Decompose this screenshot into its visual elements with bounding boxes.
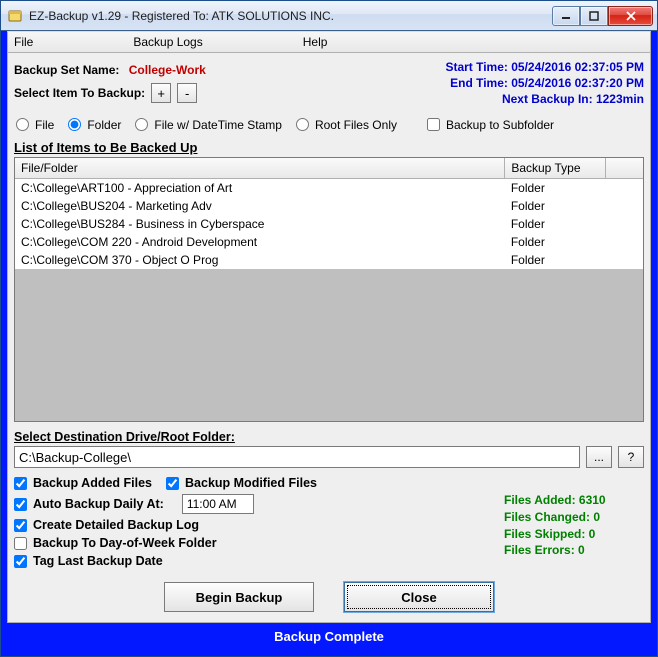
cell-path: C:\College\BUS204 - Marketing Adv	[15, 197, 505, 215]
col-file-folder[interactable]: File/Folder	[15, 158, 505, 179]
help-button[interactable]: ?	[618, 446, 644, 468]
cell-path: C:\College\COM 370 - Object O Prog	[15, 251, 505, 269]
time-info: Start Time: 05/24/2016 02:37:05 PM End T…	[445, 59, 644, 108]
col-spacer	[605, 158, 643, 179]
cell-path: C:\College\ART100 - Appreciation of Art	[15, 178, 505, 197]
cell-type: Folder	[505, 178, 606, 197]
checkbox-backup-added[interactable]: Backup Added Files	[14, 476, 152, 490]
client-area: File Backup Logs Help Backup Set Name: C…	[1, 31, 657, 656]
menu-file[interactable]: File	[14, 35, 33, 49]
select-item-label: Select Item To Backup:	[14, 86, 145, 100]
setname-label: Backup Set Name:	[14, 63, 119, 77]
radio-folder[interactable]: Folder	[68, 118, 121, 132]
add-item-button[interactable]: +	[151, 83, 171, 103]
browse-button[interactable]: ...	[586, 446, 612, 468]
cell-type: Folder	[505, 197, 606, 215]
maximize-button[interactable]	[580, 6, 608, 26]
auto-backup-time[interactable]	[182, 494, 254, 514]
stats-block: Files Added: 6310 Files Changed: 0 Files…	[504, 492, 644, 559]
table-row[interactable]: C:\College\ART100 - Appreciation of ArtF…	[15, 178, 643, 197]
begin-backup-button[interactable]: Begin Backup	[164, 582, 314, 612]
menu-backup-logs[interactable]: Backup Logs	[133, 35, 202, 49]
radio-file[interactable]: File	[16, 118, 54, 132]
close-button[interactable]: Close	[344, 582, 494, 612]
main-panel: Backup Set Name: College-Work Select Ite…	[7, 53, 651, 623]
stat-changed: Files Changed: 0	[504, 509, 644, 526]
window-title: EZ-Backup v1.29 - Registered To: ATK SOL…	[29, 9, 552, 23]
cell-type: Folder	[505, 251, 606, 269]
setname-value: College-Work	[129, 63, 206, 77]
next-backup: Next Backup In: 1223min	[445, 91, 644, 107]
stat-errors: Files Errors: 0	[504, 542, 644, 559]
checkbox-subfolder[interactable]: Backup to Subfolder	[427, 118, 554, 132]
app-window: EZ-Backup v1.29 - Registered To: ATK SOL…	[0, 0, 658, 657]
dest-input[interactable]	[14, 446, 580, 468]
radio-root-only[interactable]: Root Files Only	[296, 118, 397, 132]
table-row[interactable]: C:\College\BUS204 - Marketing AdvFolder	[15, 197, 643, 215]
checkbox-day-of-week[interactable]: Backup To Day-of-Week Folder	[14, 536, 217, 550]
grid-title: List of Items to Be Backed Up	[14, 140, 644, 155]
menubar: File Backup Logs Help	[7, 31, 651, 53]
app-icon	[7, 8, 23, 24]
status-bar: Backup Complete	[7, 623, 651, 650]
close-window-button[interactable]	[608, 6, 653, 26]
remove-item-button[interactable]: -	[177, 83, 197, 103]
col-backup-type[interactable]: Backup Type	[505, 158, 606, 179]
cell-type: Folder	[505, 233, 606, 251]
end-time: End Time: 05/24/2016 02:37:20 PM	[445, 75, 644, 91]
stat-skipped: Files Skipped: 0	[504, 526, 644, 543]
cell-type: Folder	[505, 215, 606, 233]
table-row[interactable]: C:\College\COM 370 - Object O ProgFolder	[15, 251, 643, 269]
table-row[interactable]: C:\College\COM 220 - Android Development…	[15, 233, 643, 251]
items-grid[interactable]: File/Folder Backup Type C:\College\ART10…	[14, 157, 644, 422]
checkbox-detailed-log[interactable]: Create Detailed Backup Log	[14, 518, 199, 532]
backup-type-row: File Folder File w/ DateTime Stamp Root …	[16, 118, 644, 132]
checkbox-auto-backup[interactable]: Auto Backup Daily At:	[14, 497, 164, 511]
checkbox-backup-modified[interactable]: Backup Modified Files	[166, 476, 317, 490]
radio-file-datetime[interactable]: File w/ DateTime Stamp	[135, 118, 282, 132]
cell-path: C:\College\COM 220 - Android Development	[15, 233, 505, 251]
minimize-button[interactable]	[552, 6, 580, 26]
cell-path: C:\College\BUS284 - Business in Cyberspa…	[15, 215, 505, 233]
start-time: Start Time: 05/24/2016 02:37:05 PM	[445, 59, 644, 75]
dest-title: Select Destination Drive/Root Folder:	[14, 430, 644, 444]
titlebar[interactable]: EZ-Backup v1.29 - Registered To: ATK SOL…	[1, 1, 657, 31]
grid-empty-area	[15, 269, 643, 421]
menu-help[interactable]: Help	[303, 35, 328, 49]
table-row[interactable]: C:\College\BUS284 - Business in Cyberspa…	[15, 215, 643, 233]
checkbox-tag-last-date[interactable]: Tag Last Backup Date	[14, 554, 163, 568]
stat-added: Files Added: 6310	[504, 492, 644, 509]
